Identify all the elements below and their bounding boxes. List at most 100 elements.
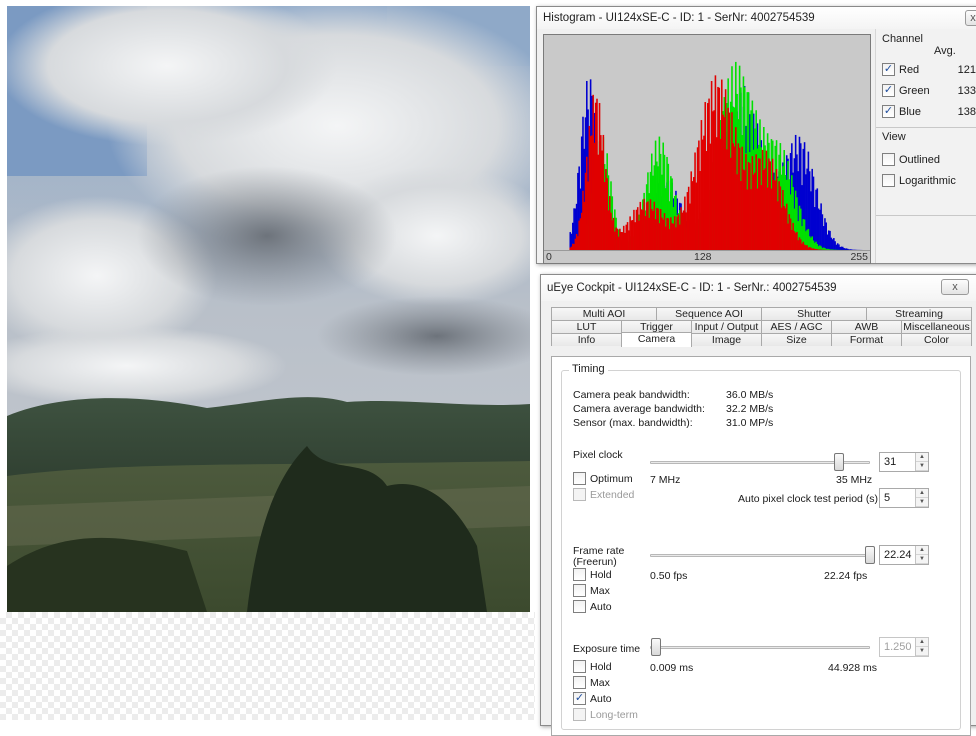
tab-camera[interactable]: Camera xyxy=(621,332,692,347)
peak-bandwidth-value: 36.0 MB/s xyxy=(726,389,773,401)
tab-format[interactable]: Format xyxy=(831,333,902,346)
landscape-image xyxy=(7,6,530,612)
spin-up-icon[interactable]: ▲ xyxy=(916,546,928,555)
channel-red-avg: 121 xyxy=(958,64,976,76)
frame-rate-max-row[interactable]: Max xyxy=(573,584,610,597)
spin-down-icon[interactable]: ▼ xyxy=(916,498,928,507)
avg-heading: Avg. xyxy=(934,45,956,57)
frame-rate-slider[interactable] xyxy=(650,554,870,557)
spin-up-icon[interactable]: ▲ xyxy=(916,453,928,462)
channel-red-row[interactable]: ✓ Red 121 xyxy=(882,63,976,76)
histogram-graph xyxy=(544,35,870,250)
exposure-slider[interactable] xyxy=(650,646,870,649)
view-logarithmic-row[interactable]: Logarithmic xyxy=(882,174,976,187)
exposure-hold-checkbox[interactable] xyxy=(573,660,586,673)
test-period-value: 5 xyxy=(884,492,890,504)
tab-aes-agc[interactable]: AES / AGC xyxy=(761,320,832,333)
spin-down-icon[interactable]: ▼ xyxy=(916,462,928,471)
cockpit-close-button[interactable]: x xyxy=(941,279,969,295)
view-outlined-checkbox[interactable] xyxy=(882,153,895,166)
frame-rate-slider-thumb[interactable] xyxy=(865,546,875,564)
pixel-clock-label: Pixel clock xyxy=(573,449,623,461)
cockpit-titlebar[interactable]: uEye Cockpit - UI124xSE-C - ID: 1 - SerN… xyxy=(541,275,976,301)
histogram-options-panel: Channel Avg. ✓ Red 121 ✓ Green 133 ✓ Blu… xyxy=(875,29,976,263)
frame-rate-auto-label: Auto xyxy=(590,601,612,613)
pixel-clock-spinbox[interactable]: 31 ▲▼ xyxy=(879,452,929,472)
spin-buttons[interactable]: ▲▼ xyxy=(915,489,928,507)
frame-rate-auto-checkbox[interactable] xyxy=(573,600,586,613)
timing-group: Timing Camera peak bandwidth: 36.0 MB/s … xyxy=(561,370,961,730)
pixel-clock-slider-thumb[interactable] xyxy=(834,453,844,471)
sensor-bandwidth-value: 31.0 MP/s xyxy=(726,417,773,429)
tab-lut[interactable]: LUT xyxy=(551,320,622,333)
frame-rate-auto-row[interactable]: Auto xyxy=(573,600,612,613)
average-bandwidth-value: 32.2 MB/s xyxy=(726,403,773,415)
frame-rate-hold-row[interactable]: Hold xyxy=(573,568,612,581)
tab-size[interactable]: Size xyxy=(761,333,832,346)
channel-heading: Channel xyxy=(882,33,976,45)
tab-awb[interactable]: AWB xyxy=(831,320,902,333)
frame-rate-max-checkbox[interactable] xyxy=(573,584,586,597)
histogram-plot: 0 128 255 xyxy=(543,34,871,264)
close-icon: x xyxy=(952,281,958,293)
tab-info[interactable]: Info xyxy=(551,333,622,346)
channel-blue-row[interactable]: ✓ Blue 138 xyxy=(882,105,976,118)
frame-rate-max-label: Max xyxy=(590,585,610,597)
view-logarithmic-label: Logarithmic xyxy=(899,175,956,187)
frame-rate-hold-label: Hold xyxy=(590,569,612,581)
view-outlined-label: Outlined xyxy=(899,154,940,166)
channel-blue-avg: 138 xyxy=(958,106,976,118)
channel-green-row[interactable]: ✓ Green 133 xyxy=(882,84,976,97)
channel-blue-checkbox[interactable]: ✓ xyxy=(882,105,895,118)
axis-label-min: 0 xyxy=(546,251,552,263)
frame-rate-max: 22.24 fps xyxy=(824,570,867,582)
camera-tab-panel: Timing Camera peak bandwidth: 36.0 MB/s … xyxy=(551,356,971,736)
axis-label-mid: 128 xyxy=(694,251,712,263)
channel-green-label: Green xyxy=(899,85,930,97)
frame-rate-spinbox[interactable]: 22.24 ▲▼ xyxy=(879,545,929,565)
channel-red-checkbox[interactable]: ✓ xyxy=(882,63,895,76)
tab-shutter[interactable]: Shutter xyxy=(761,307,867,320)
optimum-checkbox-row[interactable]: Optimum xyxy=(573,472,633,485)
live-camera-image xyxy=(7,6,530,612)
exposure-min: 0.009 ms xyxy=(650,662,693,674)
exposure-slider-thumb[interactable] xyxy=(651,638,661,656)
tab-streaming[interactable]: Streaming xyxy=(866,307,972,320)
pixel-clock-max: 35 MHz xyxy=(836,474,872,486)
tab-input-output[interactable]: Input / Output xyxy=(691,320,762,333)
optimum-label: Optimum xyxy=(590,473,633,485)
exposure-auto-checkbox[interactable]: ✓ xyxy=(573,692,586,705)
tab-sequence-aoi[interactable]: Sequence AOI xyxy=(656,307,762,320)
spin-down-icon[interactable]: ▼ xyxy=(916,555,928,564)
cockpit-window[interactable]: uEye Cockpit - UI124xSE-C - ID: 1 - SerN… xyxy=(540,274,976,726)
frame-rate-value: 22.24 xyxy=(884,549,912,561)
channel-green-avg: 133 xyxy=(958,85,976,97)
cockpit-window-title: uEye Cockpit - UI124xSE-C - ID: 1 - SerN… xyxy=(547,282,837,294)
exposure-max-checkbox[interactable] xyxy=(573,676,586,689)
extended-checkbox-row: Extended xyxy=(573,488,634,501)
checkered-background xyxy=(0,612,535,720)
exposure-hold-row[interactable]: Hold xyxy=(573,660,612,673)
channel-green-checkbox[interactable]: ✓ xyxy=(882,84,895,97)
spin-buttons[interactable]: ▲▼ xyxy=(915,546,928,564)
tab-multi-aoi[interactable]: Multi AOI xyxy=(551,307,657,320)
histogram-window[interactable]: Histogram - UI124xSE-C - ID: 1 - SerNr: … xyxy=(536,6,976,264)
view-outlined-row[interactable]: Outlined xyxy=(882,153,976,166)
exposure-longterm-label: Long-term xyxy=(590,709,638,721)
view-logarithmic-checkbox[interactable] xyxy=(882,174,895,187)
separator xyxy=(876,127,976,128)
spin-up-icon[interactable]: ▲ xyxy=(916,489,928,498)
tab-color[interactable]: Color xyxy=(901,333,972,346)
peak-bandwidth-label: Camera peak bandwidth: xyxy=(573,389,690,401)
optimum-checkbox[interactable] xyxy=(573,472,586,485)
histogram-titlebar[interactable]: Histogram - UI124xSE-C - ID: 1 - SerNr: … xyxy=(537,7,976,29)
test-period-spinbox[interactable]: 5 ▲▼ xyxy=(879,488,929,508)
exposure-max-row[interactable]: Max xyxy=(573,676,610,689)
tab-miscellaneous[interactable]: Miscellaneous xyxy=(901,320,972,333)
spin-buttons[interactable]: ▲▼ xyxy=(915,453,928,471)
tab-image[interactable]: Image xyxy=(691,333,762,346)
exposure-auto-row[interactable]: ✓ Auto xyxy=(573,692,612,705)
histogram-close-button[interactable]: x xyxy=(965,10,976,26)
timing-group-title: Timing xyxy=(569,363,608,375)
frame-rate-hold-checkbox[interactable] xyxy=(573,568,586,581)
